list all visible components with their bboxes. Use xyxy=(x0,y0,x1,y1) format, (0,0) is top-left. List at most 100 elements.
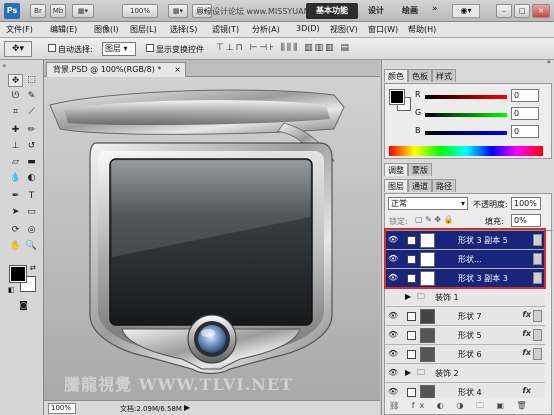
marquee-tool-icon[interactable]: ⬚ xyxy=(24,74,39,87)
zoom-select[interactable]: 100% xyxy=(122,4,158,18)
view-extras-button[interactable]: ▦▾ xyxy=(72,4,94,18)
fill-field[interactable]: 0% xyxy=(511,214,541,227)
pen-tool-icon[interactable]: ✒ xyxy=(8,190,23,203)
layer-group-row[interactable]: ▶ 🗀 装饰 1 xyxy=(385,288,545,307)
panel-collapse-icon[interactable]: » xyxy=(547,58,551,66)
group-expand-icon[interactable]: ▶ xyxy=(405,368,411,377)
tools-collapse-icon[interactable]: « xyxy=(2,62,6,70)
eye-icon[interactable]: 👁 xyxy=(388,312,398,320)
tab-paths[interactable]: 路径 xyxy=(432,179,456,192)
zoom-tool-icon[interactable]: 🔍 xyxy=(24,240,39,253)
move-tool-preset-icon[interactable]: ✥▾ xyxy=(4,41,32,57)
foreground-color-swatch[interactable] xyxy=(9,265,27,283)
layers-footer-icons[interactable]: ⛓ fx ◐ ◑ 🗀 ▣ 🗑 xyxy=(389,400,549,414)
opacity-field[interactable]: 100% xyxy=(511,197,541,210)
color-fg-swatch[interactable] xyxy=(389,89,405,105)
tab-adjustments[interactable]: 调整 xyxy=(384,163,408,176)
group-expand-icon[interactable]: ▶ xyxy=(405,292,411,301)
blur-tool-icon[interactable]: 💧 xyxy=(8,172,23,185)
layer-row[interactable]: 👁 形状 7 fx xyxy=(385,307,545,326)
color-spectrum[interactable] xyxy=(389,146,543,156)
layer-row[interactable]: 👁 形状 4 fx xyxy=(385,383,545,398)
lock-icons[interactable]: ▢ ✎ ✥ 🔒 xyxy=(415,215,454,224)
g-slider[interactable] xyxy=(425,113,507,117)
quick-select-tool-icon[interactable]: ✎ xyxy=(24,90,39,103)
menu-edit[interactable]: 编辑(E) xyxy=(50,24,77,35)
workspace-design[interactable]: 设计 xyxy=(368,3,384,19)
eyedropper-tool-icon[interactable]: ⟋ xyxy=(24,106,39,119)
layer-row[interactable]: 👁 形状 5 fx xyxy=(385,326,545,345)
3d-orbit-icon[interactable]: ◎ xyxy=(24,224,39,237)
document-tab[interactable]: 背景.PSD @ 100%(RGB/8) * × xyxy=(46,62,186,77)
default-colors-icon[interactable]: ◧ xyxy=(8,286,15,294)
fx-icon[interactable]: fx xyxy=(522,329,531,338)
menu-select[interactable]: 选择(S) xyxy=(170,24,197,35)
workspace-active[interactable]: 基本功能 xyxy=(306,3,358,19)
bridge-button[interactable]: Br xyxy=(30,4,46,18)
quick-mask-icon[interactable]: ◙ xyxy=(16,300,31,313)
tab-styles[interactable]: 样式 xyxy=(432,69,456,82)
hand-tool-icon[interactable]: ✋ xyxy=(8,240,23,253)
status-menu-icon[interactable]: ▶ xyxy=(184,403,190,412)
layer-scroll-icon[interactable] xyxy=(533,329,542,341)
tab-color[interactable]: 颜色 xyxy=(384,69,408,82)
shape-tool-icon[interactable]: ▭ xyxy=(24,206,39,219)
eye-icon[interactable]: 👁 xyxy=(388,331,398,339)
workspace-paint[interactable]: 绘画 xyxy=(402,3,418,19)
b-slider[interactable] xyxy=(425,131,507,135)
lasso-tool-icon[interactable]: ᘎ xyxy=(8,90,23,103)
g-value[interactable]: 0 xyxy=(511,107,539,120)
workspace-more-icon[interactable]: » xyxy=(432,4,438,14)
move-tool-icon[interactable]: ✥ xyxy=(8,74,23,87)
fx-icon[interactable]: fx xyxy=(522,386,531,395)
menu-layer[interactable]: 图层(L) xyxy=(130,24,157,35)
arrange-button[interactable]: ▦▾ xyxy=(168,4,188,18)
fx-icon[interactable]: fx xyxy=(522,348,531,357)
menu-image[interactable]: 图像(I) xyxy=(94,24,119,35)
tab-channels[interactable]: 通道 xyxy=(408,179,432,192)
layer-row[interactable]: 👁 形状 6 fx xyxy=(385,345,545,364)
layer-link-box[interactable] xyxy=(407,331,416,340)
menu-filter[interactable]: 滤镜(T) xyxy=(212,24,239,35)
layer-link-box[interactable] xyxy=(407,350,416,359)
maximize-button[interactable]: □ xyxy=(514,4,530,18)
menu-window[interactable]: 窗口(W) xyxy=(368,24,398,35)
b-value[interactable]: 0 xyxy=(511,125,539,138)
layer-scroll-icon[interactable] xyxy=(533,310,542,322)
r-value[interactable]: 0 xyxy=(511,89,539,102)
gradient-tool-icon[interactable]: ▬ xyxy=(24,156,39,169)
menu-help[interactable]: 帮助(H) xyxy=(408,24,436,35)
menu-analysis[interactable]: 分析(A) xyxy=(252,24,280,35)
fx-icon[interactable]: fx xyxy=(522,310,531,319)
canvas-area[interactable]: 騰龍視覺 WWW.TLVI.NET xyxy=(44,77,380,400)
tab-masks[interactable]: 蒙版 xyxy=(408,163,432,176)
menu-view[interactable]: 视图(V) xyxy=(330,24,358,35)
show-transform-checkbox[interactable] xyxy=(146,44,154,52)
layer-link-box[interactable] xyxy=(407,388,416,397)
3d-rotate-icon[interactable]: ⟳ xyxy=(8,224,23,237)
minibridge-button[interactable]: Mb xyxy=(50,4,66,18)
zoom-field[interactable]: 100% xyxy=(48,403,76,414)
path-select-icon[interactable]: ➤ xyxy=(8,206,23,219)
menu-3d[interactable]: 3D(D) xyxy=(296,24,320,33)
cs-live-icon[interactable]: ◉▾ xyxy=(452,4,480,18)
brush-tool-icon[interactable]: ✏ xyxy=(24,124,39,137)
crop-tool-icon[interactable]: ⌗ xyxy=(8,106,23,119)
close-button[interactable]: ✕ xyxy=(532,4,550,18)
auto-select-checkbox[interactable] xyxy=(48,44,56,52)
eye-icon[interactable]: 👁 xyxy=(388,350,398,358)
healing-brush-icon[interactable]: ✚ xyxy=(8,124,23,137)
eye-icon[interactable]: 👁 xyxy=(388,369,398,377)
clone-stamp-icon[interactable]: ⊥ xyxy=(8,140,23,153)
align-buttons[interactable]: ⊤⊥⊓ ⊢⊣⊦ ⫼⫼⫼ ▥▥▥ ▤ xyxy=(216,43,351,53)
layer-link-box[interactable] xyxy=(407,312,416,321)
tab-swatches[interactable]: 色板 xyxy=(408,69,432,82)
eye-icon[interactable]: 👁 xyxy=(388,388,398,396)
menu-file[interactable]: 文件(F) xyxy=(6,24,33,35)
swap-colors-icon[interactable]: ⇄ xyxy=(30,264,36,272)
blend-mode-select[interactable]: 正常 ▾ xyxy=(388,197,468,210)
type-tool-icon[interactable]: T xyxy=(24,190,39,203)
history-brush-icon[interactable]: ↺ xyxy=(24,140,39,153)
minimize-button[interactable]: – xyxy=(496,4,512,18)
dodge-tool-icon[interactable]: ◐ xyxy=(24,172,39,185)
